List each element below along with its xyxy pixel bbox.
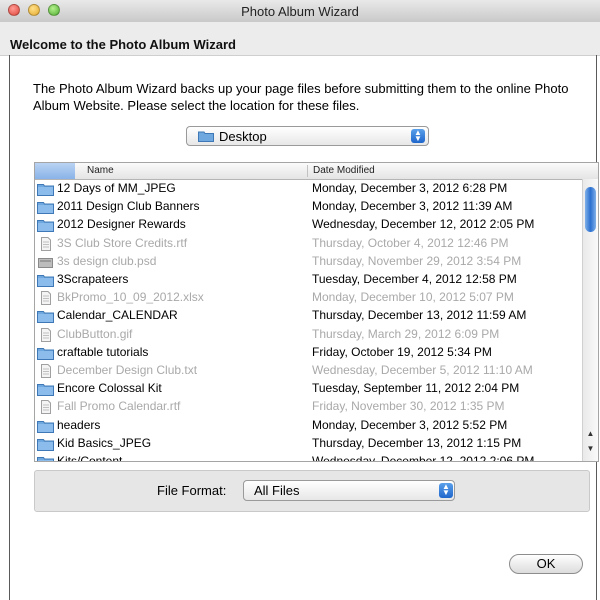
folder-icon [37,182,54,196]
file-row: Fall Promo Calendar.rtf Friday, November … [35,398,582,416]
file-name: 3S Club Store Credits.rtf [57,235,188,250]
vertical-scrollbar[interactable]: ▲ ▼ [582,179,598,461]
scrollbar-thumb[interactable] [585,187,596,232]
file-date-modified: Tuesday, September 11, 2012 2:04 PM [312,381,520,396]
file-name: Encore Colossal Kit [57,381,162,396]
file-format-label: File Format: [157,483,227,498]
file-row: BkPromo_10_09_2012.xlsx Monday, December … [35,289,582,307]
file-date-modified: Thursday, December 13, 2012 1:15 PM [312,435,522,450]
folder-icon [37,346,54,360]
file-row: December Design Club.txt Wednesday, Decem… [35,362,582,380]
file-name: ClubButton.gif [57,326,133,341]
file-row[interactable]: 2012 Designer Rewards Wednesday, December… [35,216,582,234]
file-row[interactable]: Kits/Content Wednesday, December 12, 2012… [35,453,582,462]
file-date-modified: Monday, December 10, 2012 5:07 PM [312,290,514,305]
location-dropdown[interactable]: Desktop ▲ ▼ [186,126,429,146]
file-date-modified: Friday, November 30, 2012 1:35 PM [312,399,505,414]
folder-icon [37,455,54,461]
gif-file-icon [37,327,54,342]
file-name: 12 Days of MM_JPEG [57,181,176,195]
folder-icon [198,130,214,142]
txt-file-icon [37,364,54,378]
folder-icon [37,218,54,233]
file-row[interactable]: headers Monday, December 3, 2012 5:52 PM [35,417,582,435]
file-name: 3s design club.psd [57,253,157,268]
file-row[interactable]: Kid Basics_JPEG Thursday, December 13, 20… [35,435,582,453]
intro-text: The Photo Album Wizard backs up your pag… [33,81,569,113]
column-header-date-modified[interactable]: Date Modified [313,165,375,176]
psd-file-icon [37,255,54,269]
file-name: 3Scrapateers [57,272,129,286]
folder-icon [37,382,54,397]
folder-icon [37,309,54,324]
file-date-modified: Thursday, December 13, 2012 11:59 AM [312,308,527,323]
rtf-file-icon [37,236,54,251]
content-border-left [9,55,10,600]
column-header-name[interactable]: Name [87,165,114,176]
file-date-modified: Wednesday, December 5, 2012 11:10 AM [312,363,533,377]
scroll-up-arrow-icon[interactable]: ▲ [585,429,596,441]
file-row[interactable]: Encore Colossal Kit Tuesday, September 11… [35,380,582,398]
updown-arrows-icon: ▲ ▼ [411,129,425,143]
file-row[interactable]: craftable tutorials Friday, October 19, 2… [35,344,582,362]
column-divider [307,165,308,177]
file-date-modified: Friday, October 19, 2012 5:34 PM [312,344,492,359]
file-name: Calendar_CALENDAR [57,308,178,323]
file-date-modified: Monday, December 3, 2012 5:52 PM [312,417,508,432]
wizard-header-title: Welcome to the Photo Album Wizard [10,37,236,52]
file-name: headers [57,417,101,432]
file-date-modified: Monday, December 3, 2012 6:28 PM [312,181,508,195]
file-name: Kits/Content [57,454,123,462]
file-row[interactable]: 3Scrapateers Tuesday, December 4, 2012 12… [35,271,582,289]
file-row[interactable]: 12 Days of MM_JPEG Monday, December 3, 20… [35,180,582,198]
folder-icon [37,419,54,433]
file-row: 3S Club Store Credits.rtf Thursday, Octob… [35,235,582,253]
file-date-modified: Thursday, March 29, 2012 6:09 PM [312,326,500,341]
file-row: ClubButton.gif Thursday, March 29, 2012 6… [35,326,582,344]
file-name: December Design Club.txt [57,363,198,377]
folder-icon [37,273,54,287]
file-format-dropdown[interactable]: All Files ▲ ▼ [243,480,455,501]
updown-arrows-icon: ▲ ▼ [439,483,453,498]
file-name: BkPromo_10_09_2012.xlsx [57,290,204,305]
scroll-down-arrow-icon[interactable]: ▼ [585,444,596,456]
file-date-modified: Thursday, November 29, 2012 3:54 PM [312,253,522,268]
folder-icon [37,200,54,215]
file-name: Fall Promo Calendar.rtf [57,399,181,414]
file-date-modified: Wednesday, December 12, 2012 2:06 PM [312,454,535,462]
file-format-selected-value: All Files [254,483,300,498]
ok-button[interactable]: OK [509,554,583,574]
folder-icon [37,437,54,451]
file-list-header: Name Date Modified [35,163,598,180]
file-list[interactable]: Name Date Modified 12 Days of MM_JPEG Mon… [34,162,599,462]
rtf-file-icon [37,400,54,415]
file-name: craftable tutorials [57,344,149,359]
file-name: Kid Basics_JPEG [57,435,152,450]
file-name: 2012 Designer Rewards [57,217,186,232]
file-name: 2011 Design Club Banners [57,199,200,214]
file-date-modified: Wednesday, December 12, 2012 2:05 PM [312,217,535,232]
window-title: Photo Album Wizard [241,4,359,19]
file-date-modified: Thursday, October 4, 2012 12:46 PM [312,235,509,250]
file-row[interactable]: 2011 Design Club Banners Monday, December… [35,198,582,216]
file-date-modified: Tuesday, December 4, 2012 12:58 PM [312,272,517,286]
xlsx-file-icon [37,291,54,306]
file-row: 3s design club.psd Thursday, November 29,… [35,253,582,271]
file-row[interactable]: Calendar_CALENDAR Thursday, December 13, … [35,307,582,325]
header-selection-indicator [35,163,75,179]
location-selected-value: Desktop [219,129,267,144]
file-date-modified: Monday, December 3, 2012 11:39 AM [312,199,513,214]
